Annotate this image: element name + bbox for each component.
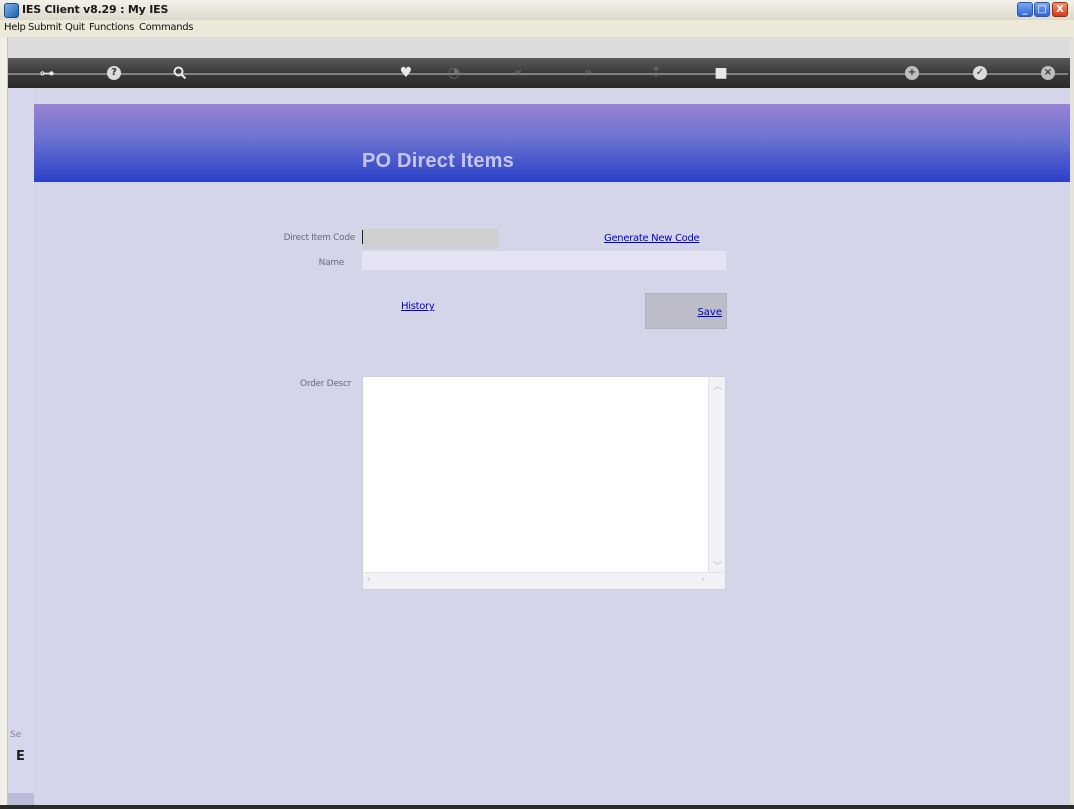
history-link[interactable]: History: [401, 301, 435, 312]
generate-new-code-link[interactable]: Generate New Code: [604, 233, 700, 244]
scroll-left-icon[interactable]: ‹: [367, 575, 371, 585]
rewind-icon[interactable]: «: [510, 65, 526, 81]
toolbar-top-gap: [8, 37, 1070, 58]
window-bottom-border: [0, 805, 1074, 809]
window-right-edge: [1070, 37, 1074, 809]
upload-icon[interactable]: ⇡: [648, 65, 664, 81]
page-header: [34, 104, 1070, 182]
vertical-scrollbar[interactable]: ︿ ﹀: [708, 377, 725, 574]
menu-submit[interactable]: Submit: [28, 22, 62, 33]
side-panel-bottom-bar: [8, 793, 34, 805]
clock-icon[interactable]: ◔: [446, 65, 462, 81]
menu-bar: Help Submit Quit Functions Commands: [0, 20, 1074, 38]
heart-icon[interactable]: ♥: [398, 65, 414, 81]
check-icon[interactable]: ✓: [973, 66, 987, 80]
save-button-label: Save: [697, 307, 722, 318]
direct-item-code-label: Direct Item Code: [283, 233, 356, 243]
horizontal-scrollbar[interactable]: ‹ ›: [363, 572, 725, 589]
maximize-button[interactable]: □: [1034, 2, 1050, 17]
side-panel: [8, 88, 35, 805]
help-icon[interactable]: ?: [107, 66, 121, 80]
scroll-up-icon[interactable]: ︿: [713, 379, 722, 392]
close-icon[interactable]: ×: [1041, 66, 1055, 80]
menu-commands[interactable]: Commands: [139, 22, 194, 33]
name-input[interactable]: [362, 251, 726, 270]
scroll-right-icon[interactable]: ›: [701, 575, 705, 585]
key-icon[interactable]: ⊶: [30, 65, 64, 81]
window-title: IES Client v8.29 : My IES: [22, 3, 169, 16]
direct-item-code-input[interactable]: [362, 229, 498, 249]
menu-functions[interactable]: Functions: [89, 22, 134, 33]
stop-icon[interactable]: ■: [713, 65, 729, 81]
menu-quit[interactable]: Quit: [65, 22, 85, 33]
app-icon: [4, 3, 19, 18]
order-descr-label: Order Descr: [300, 379, 351, 389]
text-caret: [362, 230, 363, 244]
window-close-button[interactable]: X: [1052, 2, 1068, 17]
minimize-button[interactable]: _: [1017, 2, 1033, 17]
side-panel-text: Se: [10, 730, 22, 740]
search-icon[interactable]: [172, 65, 188, 81]
fast-forward-icon[interactable]: »: [580, 65, 596, 81]
menu-help[interactable]: Help: [4, 22, 26, 33]
order-descr-textarea[interactable]: ︿ ﹀ ‹ ›: [362, 376, 726, 590]
window-left-edge: [0, 37, 8, 809]
scroll-down-icon[interactable]: ﹀: [713, 559, 722, 572]
side-panel-glyph: E: [16, 749, 25, 764]
page-title: PO Direct Items: [362, 150, 514, 172]
save-button[interactable]: Save: [645, 293, 727, 329]
window-title-bar: IES Client v8.29 : My IES _ □ X: [0, 0, 1074, 21]
add-icon[interactable]: +: [905, 66, 919, 80]
name-label: Name: [318, 258, 345, 268]
